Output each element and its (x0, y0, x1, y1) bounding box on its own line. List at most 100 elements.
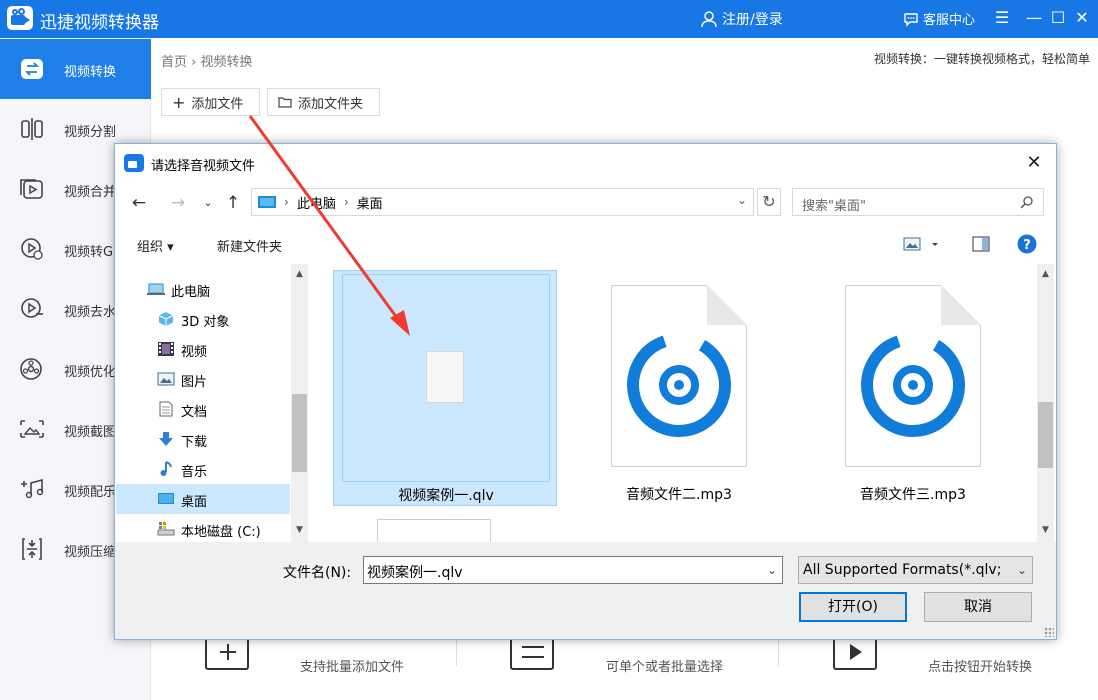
add-file-label: 添加文件 (191, 96, 244, 112)
partial-file-icon[interactable] (377, 519, 491, 542)
new-folder-button[interactable]: 新建文件夹 (217, 236, 282, 255)
picture-icon (157, 372, 175, 386)
music-icon (21, 478, 44, 499)
filename-input[interactable]: 视频案例一.qlv ⌄ (363, 556, 783, 584)
file-open-dialog: 请选择音视频文件 ✕ ← → ⌄ ↑ › 此电脑 › 桌面 ⌄ ↻ 搜索"桌面"… (114, 143, 1057, 640)
scroll-down-icon[interactable]: ▼ (1037, 522, 1054, 539)
login-button[interactable]: 注册/登录 (700, 9, 783, 29)
close-icon[interactable]: ✕ (1070, 6, 1094, 30)
maximize-icon[interactable]: ☐ (1046, 6, 1070, 30)
step-text: 点击按钮开始转换 (928, 660, 1033, 675)
app-title: 迅捷视频转换器 (40, 13, 159, 33)
tree-item-videos[interactable]: 视频 (116, 334, 290, 364)
tree-item-this-pc[interactable]: 此电脑 (116, 274, 290, 304)
tree-item-desktop[interactable]: 桌面 (116, 484, 290, 514)
refresh-icon[interactable]: ↻ (757, 188, 781, 216)
recent-dropdown-icon[interactable]: ⌄ (197, 192, 219, 214)
merge-icon (20, 179, 43, 199)
search-input[interactable]: 搜索"桌面" (792, 188, 1044, 216)
file-item[interactable]: 音频文件二.mp3 (567, 270, 791, 506)
nav-scrollbar[interactable]: ▲ ▼ (291, 264, 308, 542)
dialog-close-icon[interactable]: ✕ (1022, 151, 1046, 175)
address-bar[interactable]: › 此电脑 › 桌面 ⌄ (251, 188, 754, 216)
tree-item-label: 视频 (181, 345, 208, 360)
step-divider (456, 636, 457, 666)
audio-file-icon (611, 285, 747, 467)
service-center-button[interactable]: 客服中心 (903, 9, 975, 28)
split-icon (21, 118, 43, 140)
tree-item-label: 下载 (181, 435, 208, 450)
tree-item-label: 音乐 (181, 465, 208, 480)
file-scroll-thumb[interactable] (1038, 402, 1053, 468)
breadcrumb: 首页 › 视频转换 (161, 51, 253, 70)
path-this-pc[interactable]: 此电脑 (297, 193, 336, 212)
tree-item-local-disk[interactable]: 本地磁盘 (C:) (116, 514, 290, 544)
open-button[interactable]: 打开(O) (799, 592, 907, 622)
file-item[interactable]: 视频案例一.qlv (333, 270, 557, 506)
file-type-value: All Supported Formats(*.qlv; (803, 562, 1002, 578)
tree-item-downloads[interactable]: 下载 (116, 424, 290, 454)
nav-scroll-thumb[interactable] (292, 394, 307, 472)
scroll-up-icon[interactable]: ▲ (1037, 266, 1054, 283)
tree-item-label: 桌面 (181, 495, 208, 510)
command-bar: 组织 ▾ 新建文件夹 ? (115, 226, 1056, 264)
search-placeholder: 搜索"桌面" (802, 199, 866, 214)
chat-icon (904, 12, 918, 27)
tree-item-3d-objects[interactable]: 3D 对象 (116, 304, 290, 334)
sidebar-item-convert[interactable]: 视频转换 (0, 39, 151, 99)
plus-icon: + (172, 92, 186, 112)
sidebar-item-label: 视频配乐 (64, 485, 117, 500)
convert-icon (21, 59, 43, 79)
scroll-up-icon[interactable]: ▲ (291, 266, 308, 283)
file-type-select[interactable]: All Supported Formats(*.qlv; ⌄ (798, 556, 1033, 584)
dialog-title: 请选择音视频文件 (151, 159, 256, 174)
file-name: 视频案例一.qlv (398, 488, 494, 504)
resize-grip[interactable] (1044, 627, 1054, 637)
screenshot-icon (20, 420, 44, 438)
file-scrollbar[interactable]: ▲ ▼ (1037, 264, 1054, 542)
view-mode-button[interactable] (903, 236, 939, 256)
minimize-icon[interactable]: — (1022, 6, 1046, 30)
filename-value: 视频案例一.qlv (367, 565, 463, 581)
music-note-icon (160, 461, 172, 476)
pc-icon (258, 196, 276, 208)
tree-item-documents[interactable]: 文档 (116, 394, 290, 424)
sidebar-item-label: 视频截图 (64, 425, 117, 440)
file-item[interactable]: 音频文件三.mp3 (801, 270, 1025, 506)
menu-icon[interactable]: ☰ (990, 6, 1014, 30)
navigation-row: ← → ⌄ ↑ › 此电脑 › 桌面 ⌄ ↻ 搜索"桌面" (115, 182, 1056, 224)
chevron-down-icon[interactable]: ⌄ (737, 193, 747, 207)
tree-item-label: 此电脑 (171, 285, 211, 300)
sidebar-item-label: 视频优化 (64, 365, 117, 380)
blank-file-icon (426, 351, 464, 403)
download-icon (159, 432, 173, 446)
breadcrumb-home[interactable]: 首页 (161, 55, 187, 70)
svg-text:?: ? (1023, 238, 1031, 253)
scroll-down-icon[interactable]: ▼ (291, 522, 308, 539)
tree-item-label: 3D 对象 (181, 315, 230, 330)
cancel-button[interactable]: 取消 (924, 592, 1032, 622)
tree-item-music[interactable]: 音乐 (116, 454, 290, 484)
navigation-pane: 此电脑 3D 对象 视频 图片 文档 下载 音乐 桌面 本地磁盘 (C:) ▲ … (116, 264, 309, 542)
chevron-down-icon[interactable]: ⌄ (767, 563, 777, 577)
sidebar-item-label: 视频合并 (64, 185, 117, 200)
help-icon: ? (1017, 234, 1037, 254)
title-bar: 迅捷视频转换器 注册/登录 客服中心 ☰ — ☐ ✕ (0, 0, 1098, 38)
tree-item-label: 图片 (181, 375, 208, 390)
login-label: 注册/登录 (722, 12, 783, 28)
add-file-button[interactable]: + 添加文件 (161, 88, 260, 116)
disk-icon (157, 522, 175, 536)
up-arrow-icon[interactable]: ↑ (222, 192, 244, 214)
organize-button[interactable]: 组织 ▾ (137, 236, 174, 255)
audio-file-icon (845, 285, 981, 467)
forward-arrow-icon[interactable]: → (167, 192, 189, 214)
tree-item-pictures[interactable]: 图片 (116, 364, 290, 394)
back-arrow-icon[interactable]: ← (128, 192, 150, 214)
help-button[interactable]: ? (1017, 234, 1037, 258)
add-folder-button[interactable]: 添加文件夹 (267, 88, 380, 116)
preview-pane-button[interactable] (972, 236, 990, 256)
path-desktop[interactable]: 桌面 (357, 193, 383, 212)
breadcrumb-current: 视频转换 (200, 55, 253, 70)
file-name: 音频文件二.mp3 (626, 487, 732, 503)
dialog-title-bar: 请选择音视频文件 ✕ (115, 144, 1056, 182)
